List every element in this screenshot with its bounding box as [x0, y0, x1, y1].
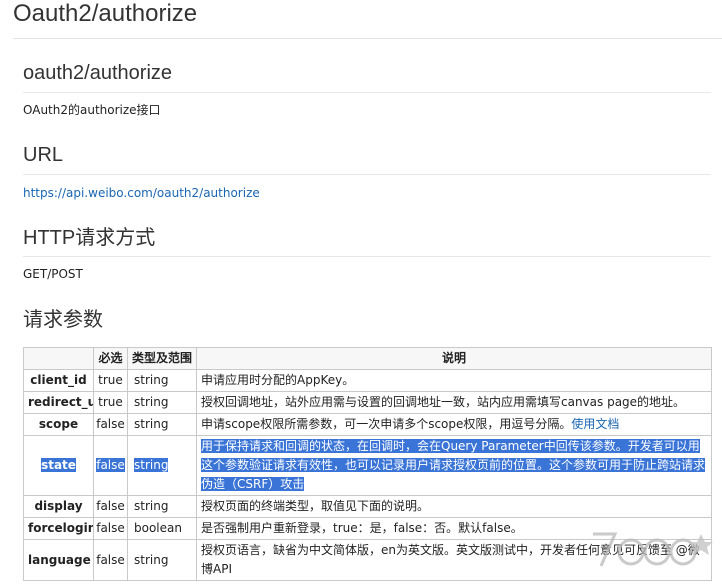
table-row: scope false string 申请scope权限所需参数，可一次申请多个… [23, 413, 712, 436]
param-description-text: 申请scope权限所需参数，可一次申请多个scope权限，用逗号分隔。 [201, 417, 572, 431]
param-required: false [93, 539, 128, 581]
param-name: client_id [23, 369, 94, 392]
selected-text: false [96, 458, 125, 472]
param-description: 用于保持请求和回调的状态，在回调时，会在Query Parameter中回传该参… [196, 435, 712, 496]
api-name-heading: oauth2/authorize [23, 62, 173, 84]
param-type: string [127, 539, 197, 581]
api-description: OAuth2的authorize接口 [23, 103, 161, 117]
param-type: boolean [127, 517, 197, 540]
param-name: scope [23, 413, 94, 436]
param-required: true [93, 369, 128, 392]
params-table: 必选 类型及范围 说明 client_id true string 申请应用时分… [23, 347, 712, 581]
param-name: forcelogin [23, 517, 94, 540]
param-type: string [127, 391, 197, 414]
title-divider [13, 38, 722, 39]
params-heading: 请求参数 [23, 309, 103, 331]
table-row: display false string 授权页面的终端类型，取值见下面的说明。 [23, 495, 712, 518]
param-name: display [23, 495, 94, 518]
table-row: client_id true string 申请应用时分配的AppKey。 [23, 369, 712, 392]
http-method-value: GET/POST [23, 267, 83, 281]
col-header-required: 必选 [93, 347, 128, 370]
col-header-type: 类型及范围 [127, 347, 197, 370]
url-heading: URL [23, 144, 64, 166]
param-required: true [93, 391, 128, 414]
table-row: language false string 授权页语言，缺省为中文简体版，en为… [23, 539, 712, 581]
page-title: Oauth2/authorize [13, 0, 198, 27]
params-header-row: 必选 类型及范围 说明 [23, 347, 712, 370]
param-type: string [127, 435, 197, 496]
url-divider [23, 174, 711, 175]
param-required: false [93, 495, 128, 518]
param-description: 申请scope权限所需参数，可一次申请多个scope权限，用逗号分隔。使用文档 [196, 413, 712, 436]
param-description: 申请应用时分配的AppKey。 [196, 369, 712, 392]
table-row: state false string 用于保持请求和回调的状态，在回调时，会在Q… [23, 435, 712, 496]
param-name: state [23, 435, 94, 496]
param-required: false [93, 435, 128, 496]
table-row: redirect_uri true string 授权回调地址，站外应用需与设置… [23, 391, 712, 414]
url-paragraph: https://api.weibo.com/oauth2/authorize [23, 185, 260, 201]
http-method-heading: HTTP请求方式 [23, 227, 156, 249]
param-type: string [127, 413, 197, 436]
table-row: forcelogin false boolean 是否强制用户重新登录，true… [23, 517, 712, 540]
http-method-divider [23, 256, 711, 257]
param-type: string [127, 495, 197, 518]
param-description: 授权页语言，缺省为中文简体版，en为英文版。英文版测试中，开发者任何意见可反馈至… [196, 539, 712, 581]
param-type: string [127, 369, 197, 392]
param-name: language [23, 539, 94, 581]
usage-doc-link[interactable]: 使用文档 [571, 417, 619, 431]
selected-text: state [41, 458, 76, 472]
param-description: 授权页面的终端类型，取值见下面的说明。 [196, 495, 712, 518]
col-header-name [23, 347, 94, 370]
selected-text: string [134, 458, 169, 472]
param-description: 是否强制用户重新登录，true：是，false：否。默认false。 [196, 517, 712, 540]
param-required: false [93, 517, 128, 540]
param-name: redirect_uri [23, 391, 94, 414]
param-required: false [93, 413, 128, 436]
col-header-description: 说明 [196, 347, 712, 370]
selected-text: 用于保持请求和回调的状态，在回调时，会在Query Parameter中回传该参… [201, 439, 706, 491]
api-url-link[interactable]: https://api.weibo.com/oauth2/authorize [23, 186, 260, 200]
param-description: 授权回调地址，站外应用需与设置的回调地址一致，站内应用需填写canvas pag… [196, 391, 712, 414]
api-name-divider [23, 92, 711, 93]
